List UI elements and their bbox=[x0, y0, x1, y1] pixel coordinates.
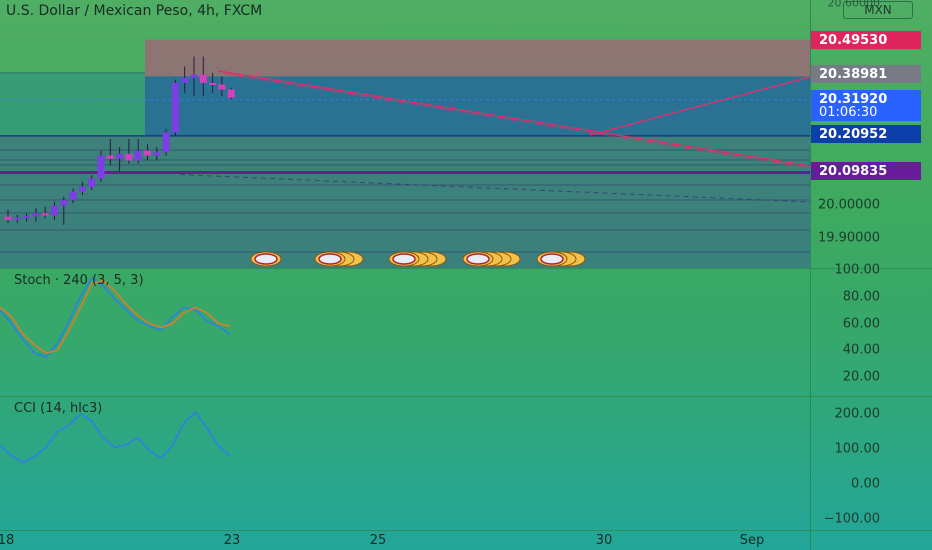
stop-zone bbox=[145, 39, 810, 77]
cci-axis-0: 0.00 bbox=[851, 476, 880, 492]
axis-label-19-90000: 19.90000 bbox=[817, 230, 880, 246]
date-label-23: 23 bbox=[223, 533, 241, 548]
cci-axis-100: 100.00 bbox=[834, 441, 881, 457]
pane-separator-2[interactable] bbox=[0, 396, 932, 397]
target-zone bbox=[145, 76, 810, 136]
candle-body-16 bbox=[153, 152, 161, 156]
candle-body-19 bbox=[181, 77, 189, 83]
candle-body-8 bbox=[78, 186, 86, 192]
axis-label-20-00000: 20.00000 bbox=[817, 197, 880, 213]
candle-body-24 bbox=[227, 89, 235, 98]
date-label-sep: Sep bbox=[739, 533, 765, 548]
candle-body-1 bbox=[13, 217, 21, 220]
event-flag-us-0 bbox=[254, 253, 278, 265]
candle-body-18 bbox=[171, 82, 179, 133]
cci-line bbox=[0, 411, 231, 464]
event-flag-us-1 bbox=[318, 253, 342, 265]
candle-body-11 bbox=[106, 155, 114, 159]
candle-body-0 bbox=[4, 216, 12, 220]
candle-body-7 bbox=[69, 191, 77, 201]
support-price-tag: 20.09835 bbox=[811, 162, 921, 180]
stoch-line-1 bbox=[0, 279, 231, 354]
candle-body-6 bbox=[60, 200, 68, 206]
cci-axis-minus-100: −100.00 bbox=[823, 511, 880, 527]
candle-body-3 bbox=[32, 213, 40, 217]
candle-body-21 bbox=[199, 74, 207, 83]
chart-title: U.S. Dollar / Mexican Peso, 4h, FXCM bbox=[6, 3, 263, 19]
bar-countdown-tag: 01:06:30 bbox=[811, 103, 921, 121]
candle-body-20 bbox=[190, 74, 198, 78]
stop-price-tag: 20.49530 bbox=[811, 31, 921, 49]
candle-body-10 bbox=[97, 155, 105, 179]
cci-title: CCI (14, hlc3) bbox=[14, 401, 103, 416]
left-range-shade bbox=[0, 73, 145, 136]
stoch-axis-60: 60.00 bbox=[842, 316, 880, 332]
stoch-axis-100: 100.00 bbox=[834, 262, 881, 278]
candle-body-9 bbox=[88, 178, 96, 187]
time-axis-border bbox=[0, 530, 932, 531]
stoch-title: Stoch · 240 (3, 5, 3) bbox=[14, 273, 144, 288]
candle-body-5 bbox=[51, 205, 58, 216]
pane-separator-1[interactable] bbox=[0, 268, 932, 269]
entry-price-tag: 20.38981 bbox=[811, 65, 921, 83]
candle-body-14 bbox=[134, 150, 142, 161]
candle-body-23 bbox=[218, 84, 226, 90]
candle-body-22 bbox=[209, 82, 217, 85]
candle-body-4 bbox=[41, 213, 49, 216]
stoch-axis-40: 40.00 bbox=[842, 342, 880, 358]
candle-body-13 bbox=[125, 153, 133, 161]
cci-axis-200: 200.00 bbox=[834, 406, 881, 422]
chart-window: U.S. Dollar / Mexican Peso, 4h, FXCM MXN… bbox=[0, 0, 932, 550]
candle-body-15 bbox=[144, 150, 151, 156]
target-price-tag: 20.20952 bbox=[811, 125, 921, 143]
event-flag-us-3 bbox=[466, 253, 490, 265]
candle-body-2 bbox=[23, 216, 31, 219]
candle-body-12 bbox=[116, 153, 124, 159]
date-label-30: 30 bbox=[595, 533, 613, 548]
stoch-axis-20: 20.00 bbox=[842, 369, 880, 385]
candle-body-17 bbox=[162, 132, 170, 153]
event-flag-us-4 bbox=[540, 253, 564, 265]
date-label-25: 25 bbox=[369, 533, 387, 548]
date-label-18: 18 bbox=[0, 533, 15, 548]
stoch-axis-80: 80.00 bbox=[842, 289, 880, 305]
axis-label-top-partial: 20.60000 bbox=[827, 0, 881, 10]
event-flag-us-2 bbox=[392, 253, 416, 265]
